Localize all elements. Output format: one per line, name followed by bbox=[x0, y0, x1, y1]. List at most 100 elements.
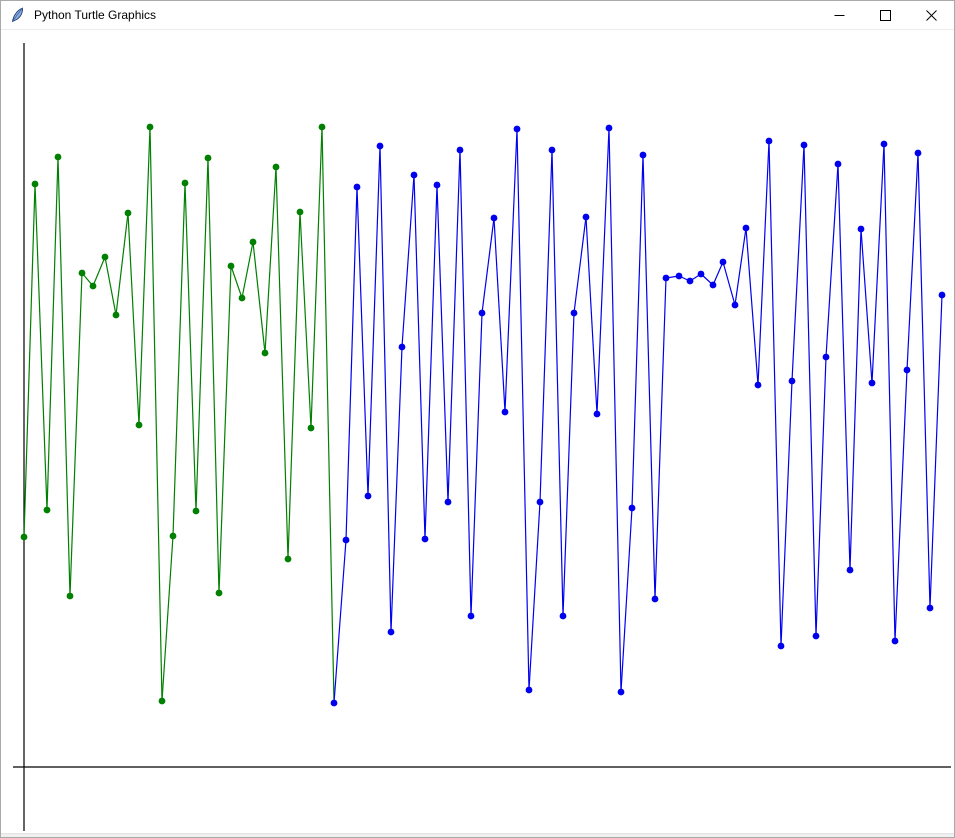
data-point bbox=[732, 302, 739, 309]
line-segment bbox=[850, 229, 861, 570]
data-point bbox=[125, 210, 132, 217]
data-point bbox=[250, 239, 257, 246]
close-icon bbox=[926, 10, 937, 21]
line-segment bbox=[735, 228, 746, 305]
title-bar: Python Turtle Graphics bbox=[1, 1, 954, 30]
data-point bbox=[869, 380, 876, 387]
data-point bbox=[411, 172, 418, 179]
line-segment bbox=[425, 185, 437, 539]
line-segment bbox=[128, 213, 139, 425]
line-segment bbox=[460, 150, 471, 616]
line-segment bbox=[517, 129, 529, 690]
line-segment bbox=[872, 144, 884, 383]
data-point bbox=[365, 493, 372, 500]
data-point bbox=[881, 141, 888, 148]
tk-feather-icon bbox=[10, 7, 26, 23]
data-point bbox=[377, 143, 384, 150]
data-point bbox=[136, 422, 143, 429]
line-segment bbox=[231, 266, 242, 298]
line-segment bbox=[391, 347, 402, 632]
line-segment bbox=[643, 155, 655, 599]
line-segment bbox=[482, 218, 494, 313]
data-point bbox=[640, 152, 647, 159]
data-point bbox=[755, 382, 762, 389]
line-segment bbox=[300, 212, 311, 428]
window-bottom-border bbox=[1, 833, 954, 837]
data-point bbox=[813, 633, 820, 640]
data-point bbox=[354, 184, 361, 191]
line-segment bbox=[574, 217, 586, 313]
line-segment bbox=[758, 141, 769, 385]
line-segment bbox=[792, 145, 804, 381]
line-segment bbox=[540, 150, 552, 502]
data-point bbox=[159, 698, 166, 705]
line-segment bbox=[621, 508, 632, 692]
data-point bbox=[79, 270, 86, 277]
data-point bbox=[560, 613, 567, 620]
line-segment bbox=[196, 158, 208, 511]
line-segment bbox=[826, 164, 838, 357]
turtle-graphics-window: Python Turtle Graphics bbox=[0, 0, 955, 838]
data-point bbox=[687, 278, 694, 285]
data-point bbox=[468, 613, 475, 620]
line-segment bbox=[746, 228, 758, 385]
data-point bbox=[594, 411, 601, 418]
data-point bbox=[629, 505, 636, 512]
data-point bbox=[698, 271, 705, 278]
line-segment bbox=[162, 536, 173, 701]
data-point bbox=[67, 593, 74, 600]
line-segment bbox=[150, 127, 162, 701]
data-point bbox=[445, 499, 452, 506]
line-segment bbox=[563, 313, 574, 616]
data-point bbox=[343, 537, 350, 544]
data-point bbox=[216, 590, 223, 597]
line-segment bbox=[276, 167, 288, 559]
line-segment bbox=[505, 129, 517, 412]
line-segment bbox=[597, 128, 609, 414]
line-segment bbox=[437, 185, 448, 502]
data-point bbox=[399, 344, 406, 351]
line-segment bbox=[609, 128, 621, 692]
line-segment bbox=[769, 141, 781, 646]
maximize-button[interactable] bbox=[862, 1, 908, 29]
line-segment bbox=[265, 167, 276, 353]
data-point bbox=[434, 182, 441, 189]
line-segment bbox=[58, 157, 70, 596]
data-point bbox=[262, 350, 269, 357]
minimize-button[interactable] bbox=[816, 1, 862, 29]
line-segment bbox=[586, 217, 597, 414]
close-button[interactable] bbox=[908, 1, 954, 29]
data-point bbox=[170, 533, 177, 540]
data-point bbox=[892, 638, 899, 645]
line-segment bbox=[918, 153, 930, 608]
data-point bbox=[927, 605, 934, 612]
data-point bbox=[939, 292, 946, 299]
data-point bbox=[537, 499, 544, 506]
data-point bbox=[491, 215, 498, 222]
line-segment bbox=[380, 146, 391, 632]
line-segment bbox=[139, 127, 150, 425]
line-segment bbox=[930, 295, 942, 608]
data-point bbox=[915, 150, 922, 157]
data-point bbox=[102, 254, 109, 261]
data-point bbox=[720, 259, 727, 266]
line-segment bbox=[804, 145, 816, 636]
line-segment bbox=[552, 150, 563, 616]
line-segment bbox=[311, 127, 322, 428]
data-point bbox=[21, 534, 28, 541]
data-point bbox=[663, 275, 670, 282]
line-segment bbox=[368, 146, 380, 496]
minimize-icon bbox=[834, 10, 845, 21]
data-point bbox=[331, 700, 338, 707]
data-point bbox=[789, 378, 796, 385]
data-point bbox=[193, 508, 200, 515]
line-segment bbox=[334, 540, 346, 703]
line-segment bbox=[414, 175, 425, 539]
data-point bbox=[32, 181, 39, 188]
data-point bbox=[676, 273, 683, 280]
data-point bbox=[319, 124, 326, 131]
line-segment bbox=[173, 183, 185, 536]
data-point bbox=[514, 126, 521, 133]
data-point bbox=[583, 214, 590, 221]
data-point bbox=[526, 687, 533, 694]
